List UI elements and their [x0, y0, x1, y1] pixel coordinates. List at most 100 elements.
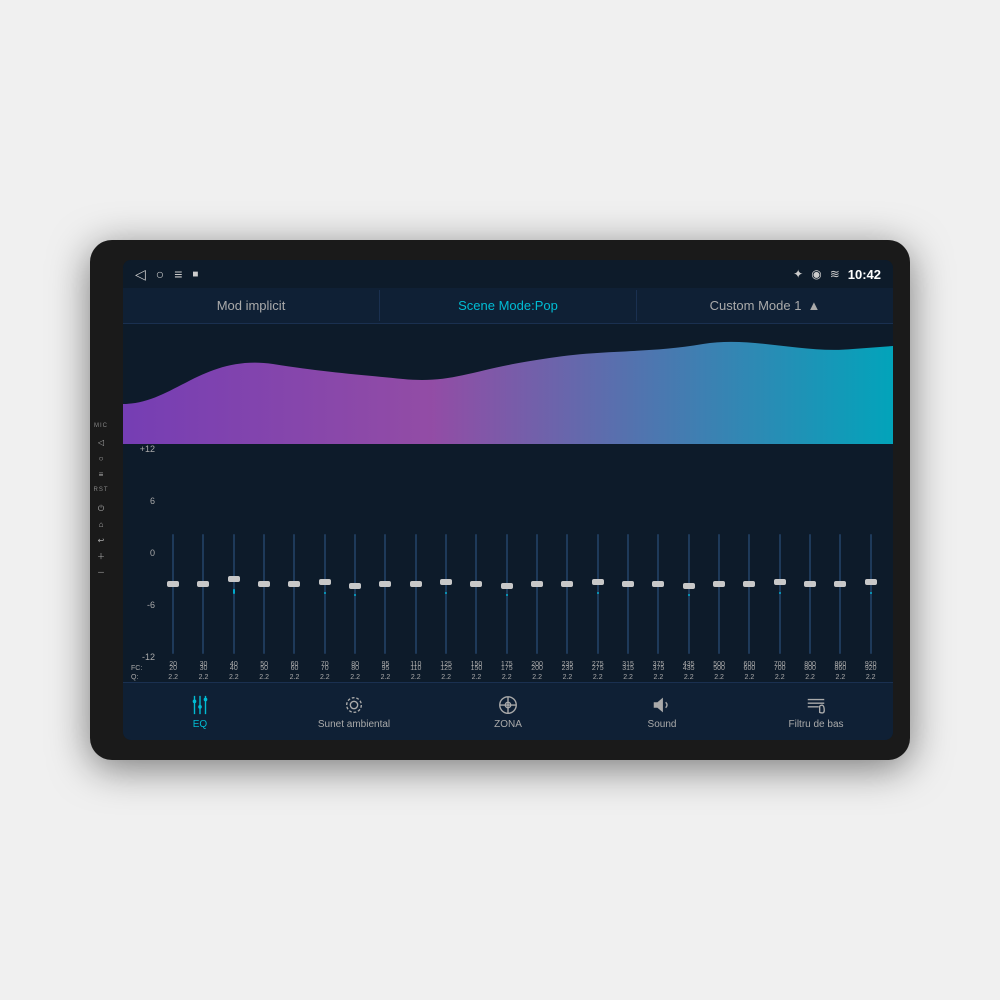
- slider-thumb-860[interactable]: [834, 581, 846, 587]
- slider-thumb-800[interactable]: [804, 581, 816, 587]
- back-icon[interactable]: ◁: [135, 266, 146, 283]
- mode-default[interactable]: Mod implicit: [123, 290, 380, 321]
- scale-6: 6: [131, 496, 155, 506]
- slider-track-200: [536, 534, 538, 654]
- slider-col-150[interactable]: [462, 534, 490, 654]
- fc-q-col-375: 3752.2: [644, 664, 672, 682]
- nav-item-zona[interactable]: ZONA: [431, 688, 585, 736]
- nav-item-eq[interactable]: EQ: [123, 688, 277, 736]
- nav-item-sound[interactable]: Sound: [585, 688, 739, 736]
- slider-thumb-920[interactable]: [865, 579, 877, 585]
- slider-col-20[interactable]: [159, 534, 187, 654]
- nav-label-eq: EQ: [193, 719, 207, 730]
- q-val-50: 2.2: [259, 673, 269, 682]
- slider-thumb-700[interactable]: [774, 579, 786, 585]
- slider-thumb-315[interactable]: [622, 581, 634, 587]
- slider-thumb-200[interactable]: [531, 581, 543, 587]
- slider-fill-435: [688, 594, 690, 596]
- mode-scene[interactable]: Scene Mode:Pop: [380, 290, 637, 321]
- slider-thumb-50[interactable]: [258, 581, 270, 587]
- slider-thumb-150[interactable]: [470, 581, 482, 587]
- slider-col-60[interactable]: [280, 534, 308, 654]
- eq-sliders-container: +12 6 0 -6 -12 2030405060708095110125150…: [123, 444, 893, 682]
- slider-thumb-110[interactable]: [410, 581, 422, 587]
- slider-fill-70: [324, 592, 326, 594]
- nav-home-btn[interactable]: ⌂: [99, 521, 104, 529]
- slider-col-600[interactable]: [735, 534, 763, 654]
- fc-q-col-315: 3152.2: [614, 664, 642, 682]
- slider-track-50: [263, 534, 265, 654]
- slider-col-50[interactable]: [250, 534, 278, 654]
- fc-q-col-95: 952.2: [371, 664, 399, 682]
- slider-thumb-275[interactable]: [592, 579, 604, 585]
- slider-thumb-60[interactable]: [288, 581, 300, 587]
- fc-q-col-600: 6002.2: [735, 664, 763, 682]
- nav-item-filtru[interactable]: Filtru de bas: [739, 688, 893, 736]
- slider-col-860[interactable]: [826, 534, 854, 654]
- q-val-500: 2.2: [714, 673, 724, 682]
- q-val-175: 2.2: [502, 673, 512, 682]
- slider-thumb-40[interactable]: [228, 576, 240, 582]
- slider-col-175[interactable]: [493, 534, 521, 654]
- slider-col-200[interactable]: [523, 534, 551, 654]
- vol-up-btn[interactable]: ＋: [97, 553, 105, 561]
- fc-val-80: 80: [351, 664, 359, 673]
- slider-col-30[interactable]: [189, 534, 217, 654]
- slider-thumb-70[interactable]: [319, 579, 331, 585]
- slider-track-860: [839, 534, 841, 654]
- stop-icon[interactable]: ■: [192, 269, 198, 280]
- slider-col-375[interactable]: [644, 534, 672, 654]
- fc-val-235: 235: [562, 664, 574, 673]
- q-val-700: 2.2: [775, 673, 785, 682]
- slider-track-95: [384, 534, 386, 654]
- slider-col-235[interactable]: [553, 534, 581, 654]
- slider-thumb-375[interactable]: [652, 581, 664, 587]
- slider-col-95[interactable]: [371, 534, 399, 654]
- fc-val-600: 600: [744, 664, 756, 673]
- slider-thumb-175[interactable]: [501, 583, 513, 589]
- slider-thumb-20[interactable]: [167, 581, 179, 587]
- home-icon[interactable]: ○: [156, 266, 164, 282]
- menu-icon[interactable]: ≡: [174, 266, 182, 282]
- vol-down-btn[interactable]: －: [97, 569, 105, 577]
- slider-thumb-600[interactable]: [743, 581, 755, 587]
- slider-col-500[interactable]: [705, 534, 733, 654]
- fc-val-315: 315: [622, 664, 634, 673]
- sliders-area: [159, 534, 885, 682]
- screen: ◁ ○ ≡ ■ ✦ ◉ ≋ 10:42 Mod implicit Scene M…: [123, 260, 893, 740]
- fc-val-175: 175: [501, 664, 513, 673]
- slider-track-110: [415, 534, 417, 654]
- slider-col-70[interactable]: [311, 534, 339, 654]
- fc-val-150: 150: [471, 664, 483, 673]
- slider-thumb-30[interactable]: [197, 581, 209, 587]
- slider-thumb-435[interactable]: [683, 583, 695, 589]
- slider-track-500: [718, 534, 720, 654]
- nav-item-sunet[interactable]: Sunet ambiental: [277, 688, 431, 736]
- slider-col-125[interactable]: [432, 534, 460, 654]
- slider-thumb-125[interactable]: [440, 579, 452, 585]
- slider-col-800[interactable]: [796, 534, 824, 654]
- slider-thumb-235[interactable]: [561, 581, 573, 587]
- slider-thumb-95[interactable]: [379, 581, 391, 587]
- sunet-icon: [343, 694, 365, 716]
- fc-q-col-275: 2752.2: [584, 664, 612, 682]
- nav-back-btn[interactable]: ↩: [98, 537, 105, 545]
- slider-thumb-500[interactable]: [713, 581, 725, 587]
- mode-custom[interactable]: Custom Mode 1 ▲: [637, 290, 893, 321]
- slider-col-700[interactable]: [766, 534, 794, 654]
- slider-col-920[interactable]: [857, 534, 885, 654]
- slider-col-40[interactable]: [220, 534, 248, 654]
- slider-col-315[interactable]: [614, 534, 642, 654]
- slider-col-275[interactable]: [584, 534, 612, 654]
- q-val-70: 2.2: [320, 673, 330, 682]
- slider-col-80[interactable]: [341, 534, 369, 654]
- q-val-80: 2.2: [350, 673, 360, 682]
- menu-btn[interactable]: ≡: [99, 471, 104, 479]
- back-btn[interactable]: ◁: [98, 439, 104, 447]
- slider-thumb-80[interactable]: [349, 583, 361, 589]
- slider-col-110[interactable]: [402, 534, 430, 654]
- fc-val-110: 110: [410, 664, 421, 673]
- power-btn[interactable]: ⏻: [98, 505, 104, 513]
- slider-col-435[interactable]: [675, 534, 703, 654]
- home-btn[interactable]: ○: [99, 455, 104, 463]
